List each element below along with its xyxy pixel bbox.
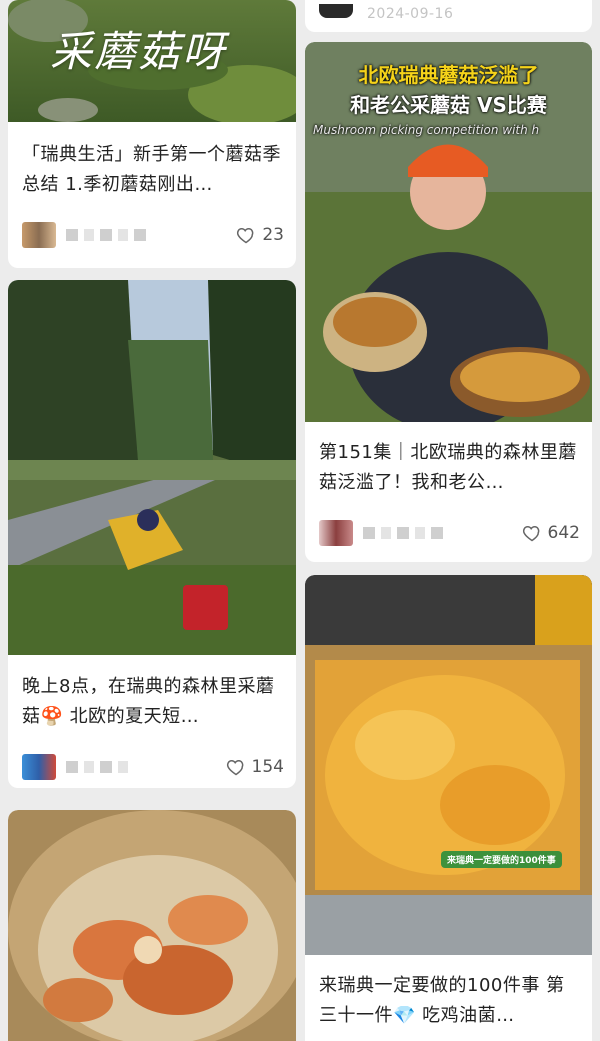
like-button[interactable]: 642 xyxy=(522,523,580,543)
author-name-blurred[interactable] xyxy=(363,527,443,539)
card-title[interactable]: 晚上8点，在瑞典的森林里采蘑菇🍄 北欧的夏天短… xyxy=(22,672,284,732)
like-button[interactable]: 154 xyxy=(226,757,284,777)
forest-road-image xyxy=(8,280,296,655)
overlay-line-1: 北欧瑞典蘑菇泛滥了 xyxy=(358,63,539,87)
author-name-blurred[interactable] xyxy=(66,761,128,773)
card-meta: 154 xyxy=(22,752,284,782)
card-meta: 642 xyxy=(319,518,580,548)
avatar[interactable] xyxy=(319,520,353,546)
feed-card-previous-meta[interactable]: 2024-09-16 xyxy=(305,0,592,32)
card-thumbnail[interactable]: 北欧瑞典蘑菇泛滥了 和老公采蘑菇 VS比赛 Mushroom picking c… xyxy=(305,42,592,422)
feed-card-chanterelles[interactable]: 来瑞典一定要做的100件事 来瑞典一定要做的100件事 第三十一件💎 吃鸡油菌… xyxy=(305,575,592,1041)
feed-card-forest-picking[interactable]: 晚上8点，在瑞典的森林里采蘑菇🍄 北欧的夏天短… 154 xyxy=(8,280,296,788)
card-meta: 23 xyxy=(22,220,284,250)
card-thumbnail[interactable] xyxy=(8,810,296,1041)
overlay-subtitle: Mushroom picking competition with h xyxy=(313,123,540,137)
card-thumbnail[interactable]: 来瑞典一定要做的100件事 xyxy=(305,575,592,955)
avatar[interactable] xyxy=(22,754,56,780)
author-name-blurred[interactable] xyxy=(66,229,146,241)
feed-card-saffron-milk-caps[interactable] xyxy=(8,810,296,1041)
overlay-headline: 北欧瑞典蘑菇泛滥了 和老公采蘑菇 VS比赛 Mushroom picking c… xyxy=(305,60,592,140)
chanterelle-box-image xyxy=(305,575,592,955)
heart-icon xyxy=(226,759,243,776)
card-thumbnail[interactable] xyxy=(8,280,296,655)
avatar[interactable] xyxy=(319,4,353,18)
like-count: 23 xyxy=(262,225,284,245)
card-thumbnail[interactable]: 采蘑菇呀 xyxy=(8,0,296,122)
mushroom-basket-image xyxy=(8,810,296,1041)
card-title[interactable]: 来瑞典一定要做的100件事 第三十一件💎 吃鸡油菌… xyxy=(319,971,580,1031)
like-count: 154 xyxy=(251,757,284,777)
overlay-line-2: 和老公采蘑菇 VS比赛 xyxy=(350,93,547,117)
heart-icon xyxy=(522,525,539,542)
sticker-label: 来瑞典一定要做的100件事 xyxy=(441,851,562,868)
overlay-handwritten-title: 采蘑菇呀 xyxy=(50,27,227,76)
heart-icon xyxy=(237,227,254,244)
avatar[interactable] xyxy=(22,222,56,248)
card-title[interactable]: 「瑞典生活」新手第一个蘑菇季总结 1.季初蘑菇刚出… xyxy=(22,140,284,200)
like-count: 642 xyxy=(547,523,580,543)
card-title[interactable]: 第151集｜北欧瑞典的森林里蘑菇泛滥了！我和老公… xyxy=(319,438,580,498)
feed-card-mushroom-competition[interactable]: 北欧瑞典蘑菇泛滥了 和老公采蘑菇 VS比赛 Mushroom picking c… xyxy=(305,42,592,562)
post-date: 2024-09-16 xyxy=(367,6,454,22)
like-button[interactable]: 23 xyxy=(236,225,284,245)
feed-card-mushroom-season[interactable]: 采蘑菇呀 「瑞典生活」新手第一个蘑菇季总结 1.季初蘑菇刚出… 23 xyxy=(8,0,296,268)
